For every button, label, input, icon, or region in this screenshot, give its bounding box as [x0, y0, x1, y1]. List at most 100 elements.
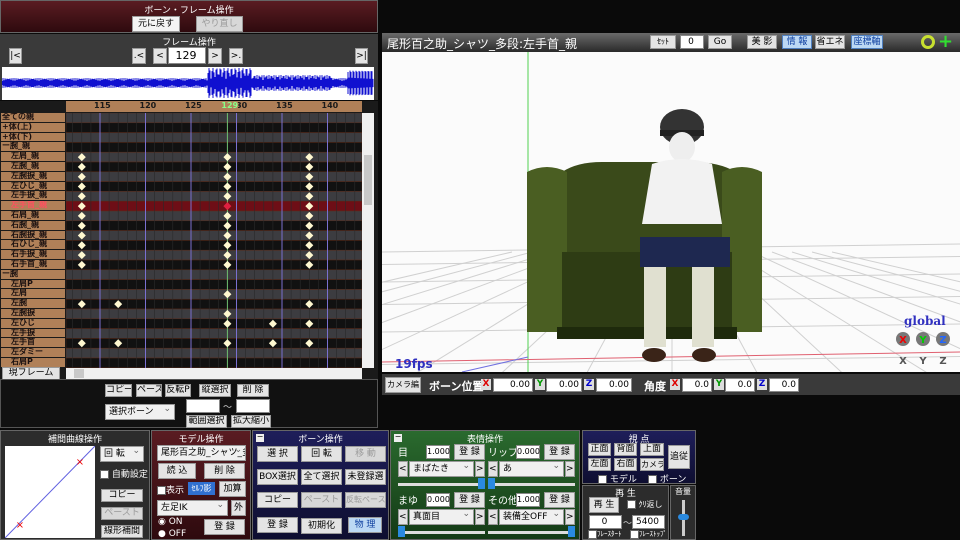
bone-select-button[interactable]: 選 択: [257, 446, 298, 462]
scale-button[interactable]: 拡大縮小: [231, 415, 271, 428]
timeline-row[interactable]: [66, 328, 362, 339]
model-dropdown[interactable]: 尾形百之助_シャツ_多: [157, 445, 246, 461]
play-to-input[interactable]: 5400: [632, 515, 665, 529]
linear-interp-button[interactable]: 線形補間: [101, 525, 143, 538]
view-left-button[interactable]: 左面: [588, 458, 611, 471]
range-to-input[interactable]: [236, 399, 270, 413]
lip-morph-dropdown[interactable]: あ: [499, 461, 564, 477]
view-right-button[interactable]: 右面: [614, 458, 637, 471]
other-morph-value-input[interactable]: 1.000: [516, 493, 540, 507]
timeline-row[interactable]: [66, 113, 362, 124]
additive-button[interactable]: 加算: [219, 481, 246, 497]
info-toggle[interactable]: 情 報: [782, 35, 812, 49]
vertical-select-button[interactable]: 縦選択: [199, 384, 231, 397]
bone-row-label[interactable]: 左腕_親: [1, 162, 65, 171]
outside-button[interactable]: 外: [231, 500, 246, 516]
timeline-row[interactable]: [66, 249, 362, 261]
timeline-row[interactable]: [66, 210, 362, 222]
bone-move-button[interactable]: 移 動: [345, 446, 386, 462]
self-shadow-toggle[interactable]: ｾﾙﾌ影: [188, 482, 215, 495]
other-morph-slider-track[interactable]: [488, 531, 575, 534]
redo-button[interactable]: やり直し: [196, 16, 243, 32]
delete-frame-button[interactable]: 削 除: [237, 384, 269, 397]
rotate-y-icon[interactable]: Y: [918, 335, 927, 346]
audio-waveform[interactable]: [2, 67, 374, 100]
timeline-row[interactable]: [66, 308, 362, 320]
copy-frame-button[interactable]: コピー: [105, 384, 132, 397]
move-z-icon[interactable]: Z: [939, 356, 946, 367]
other-morph-prev-button[interactable]: <<: [488, 509, 498, 525]
rotate-z-icon[interactable]: Z: [939, 335, 946, 346]
timeline-row[interactable]: [66, 230, 362, 241]
lip-morph-prev-button[interactable]: <<: [488, 461, 498, 477]
vscroll-thumb[interactable]: [364, 155, 372, 205]
add-icon[interactable]: +: [938, 33, 953, 51]
eye-morph-prev-button[interactable]: <<: [398, 461, 408, 477]
brow-morph-prev-button[interactable]: <<: [398, 509, 408, 525]
timeline-row[interactable]: [66, 357, 362, 368]
set-button[interactable]: ｾｯﾄ: [650, 35, 676, 49]
undo-button[interactable]: 元に戻す: [132, 16, 180, 32]
eco-mode-button[interactable]: 省エネ: [815, 35, 845, 49]
keyframe-grid[interactable]: [66, 113, 362, 368]
timeline-row[interactable]: [66, 171, 362, 182]
lip-morph-next-button[interactable]: >>: [565, 461, 575, 477]
follow-button[interactable]: 追従: [668, 445, 690, 469]
eye-morph-dropdown[interactable]: まばたき: [409, 461, 474, 477]
set-frame-input[interactable]: 0: [680, 35, 704, 49]
timeline-row[interactable]: [66, 347, 362, 359]
bone-row-label[interactable]: 左腕捩_親: [1, 171, 65, 181]
beauty-shadow-button[interactable]: 美 影: [747, 35, 777, 49]
paste-frame-button[interactable]: ペースト: [136, 384, 162, 397]
hscroll-thumb[interactable]: [74, 369, 84, 378]
view-camera-button[interactable]: カメラ: [640, 458, 664, 471]
eye-morph-slider[interactable]: [478, 478, 485, 489]
select-unregistered-button[interactable]: 未登録選: [345, 469, 386, 485]
model-checkbox[interactable]: モデル: [598, 472, 637, 485]
bone-row-label[interactable]: ー腕_親: [1, 142, 65, 152]
repeat-checkbox[interactable]: ✓ ｸﾘ返し: [627, 499, 663, 510]
bone-checkbox[interactable]: ボーン: [648, 472, 686, 485]
prev-frame-button[interactable]: <: [153, 48, 167, 64]
frame-stop-checkbox[interactable]: ✓ﾌﾚｰｽﾄｯﾌﾟ: [630, 529, 667, 539]
bone-row-label[interactable]: 左ひじ: [1, 318, 65, 328]
bone-row-label[interactable]: 右ひじ_親: [1, 240, 65, 250]
bone-row-label[interactable]: 右肩P: [1, 358, 65, 367]
timeline-row[interactable]: [66, 240, 362, 251]
bone-copy-button[interactable]: コピー: [257, 492, 298, 508]
pos-y-input[interactable]: 0.00: [546, 378, 582, 392]
interp-mode-dropdown[interactable]: 回 転: [100, 446, 144, 462]
bone-rotate-button[interactable]: 回 転: [301, 446, 342, 462]
zoom-icon[interactable]: [921, 35, 935, 49]
bone-row-label[interactable]: 左手捩: [1, 328, 65, 338]
rotate-x-icon[interactable]: X: [899, 335, 907, 346]
delete-model-button[interactable]: 削 除: [204, 463, 245, 479]
eye-morph-register-button[interactable]: 登 録: [454, 444, 485, 460]
last-frame-button[interactable]: >|: [355, 48, 368, 64]
ik-on-radio[interactable]: ◉ ON: [158, 517, 183, 527]
frame-start-checkbox[interactable]: ✓ﾌﾚｰｽﾀｰﾄ: [588, 529, 622, 539]
interpolation-curve-editor[interactable]: × ×: [5, 446, 95, 538]
select-all-button[interactable]: 全て選択: [301, 469, 342, 485]
eye-morph-value-input[interactable]: 1.000: [426, 445, 450, 459]
bone-row-label[interactable]: 全ての親: [1, 113, 65, 122]
bone-row-label[interactable]: 右腕捩_親: [1, 230, 65, 240]
pos-z-input[interactable]: 0.00: [596, 378, 632, 392]
next-key-button[interactable]: >.: [229, 48, 243, 64]
bone-reset-button[interactable]: 初期化: [301, 518, 342, 534]
play-from-input[interactable]: 0: [589, 515, 622, 529]
bone-row-label[interactable]: 左手捩_親: [1, 191, 65, 201]
bone-row-label[interactable]: +体(下): [1, 132, 65, 142]
axes-toggle[interactable]: 座標軸: [851, 35, 883, 49]
timeline-row[interactable]: [66, 279, 362, 290]
brow-morph-next-button[interactable]: >>: [475, 509, 485, 525]
rot-x-input[interactable]: 0.0: [682, 378, 712, 392]
brow-morph-slider-track[interactable]: [398, 531, 485, 534]
lip-morph-register-button[interactable]: 登 録: [544, 444, 575, 460]
bone-row-label[interactable]: 左肩_親: [1, 152, 65, 161]
box-select-button[interactable]: BOX選択: [257, 469, 298, 485]
other-morph-dropdown[interactable]: 装備全OFF: [499, 509, 564, 525]
timeline-row[interactable]: [66, 289, 362, 300]
timeline-hscrollbar[interactable]: [66, 368, 362, 379]
other-morph-register-button[interactable]: 登 録: [544, 492, 575, 508]
